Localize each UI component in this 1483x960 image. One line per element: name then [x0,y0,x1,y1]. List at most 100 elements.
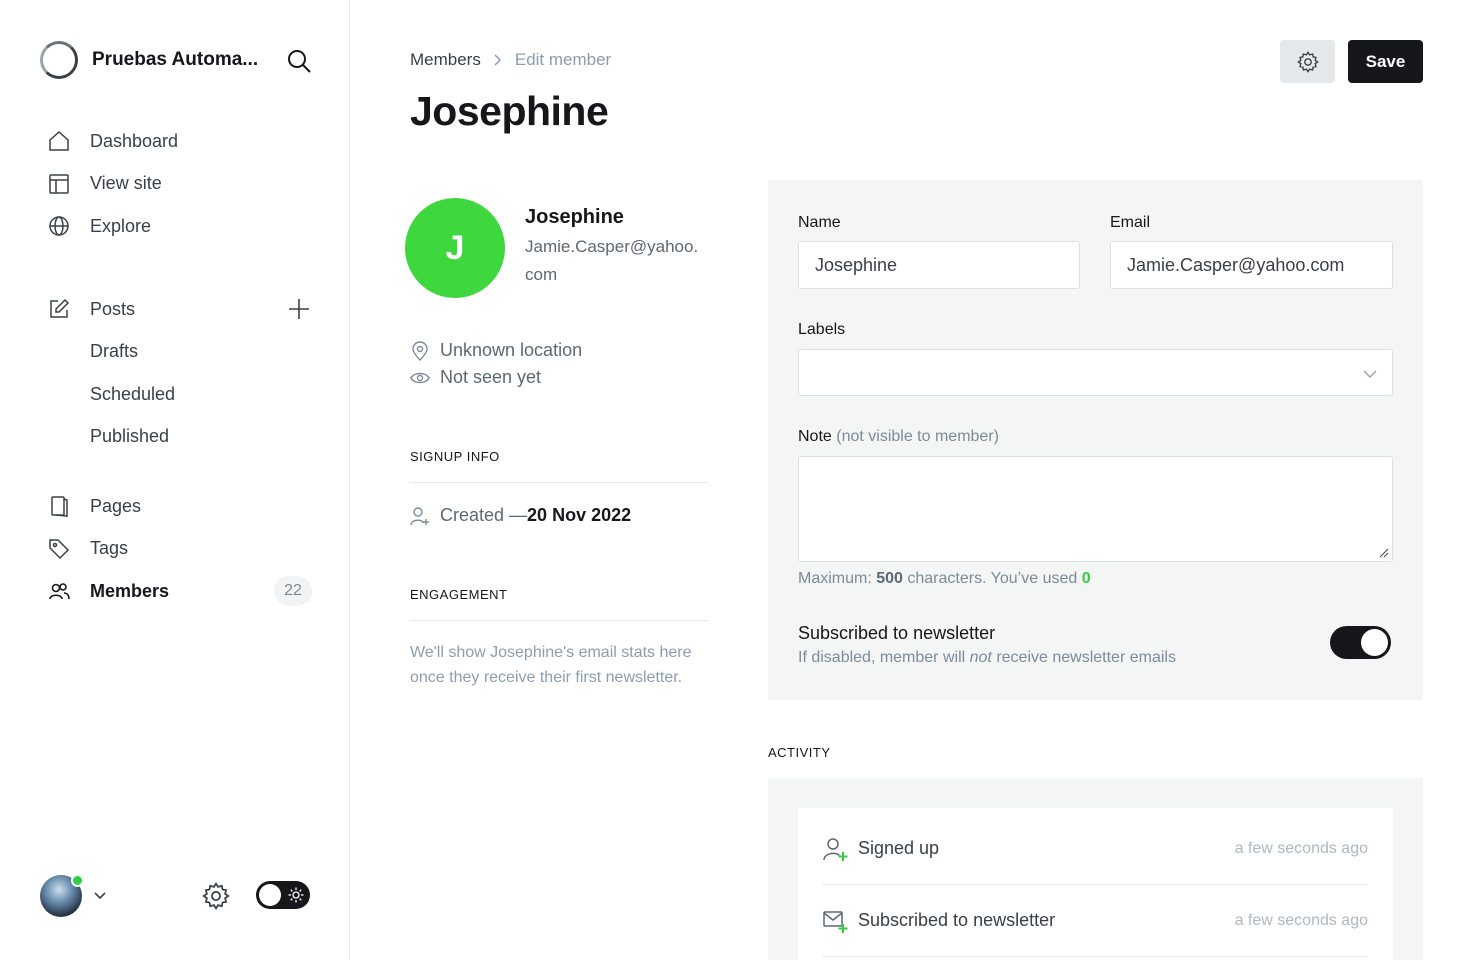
note-sublabel: (not visible to member) [836,428,999,445]
nav-dashboard-label: Dashboard [90,130,179,151]
nav-members-label: Members [90,580,170,601]
name-input[interactable]: Josephine [798,241,1080,289]
resize-grip-icon[interactable] [1379,548,1389,558]
nav-view-site-label: View site [90,173,162,194]
location-pin-icon [410,340,430,361]
page-icon [46,493,72,519]
add-post-icon[interactable] [286,296,312,322]
nav-posts[interactable]: Posts [46,288,312,331]
chevron-down-icon[interactable] [92,887,108,903]
gear-icon [1296,50,1319,73]
member-last-seen: Not seen yet [410,367,541,388]
member-email: Jamie.Casper@yahoo.com [525,237,699,284]
activity-time: a few seconds ago [1234,911,1368,929]
note-textarea[interactable] [798,456,1393,562]
signup-info-heading: SIGNUP INFO [410,449,708,483]
activity-heading: ACTIVITY [768,745,831,760]
activity-time: a few seconds ago [1234,839,1368,857]
nav-pages[interactable]: Pages [46,485,312,528]
member-created: Created — 20 Nov 2022 [410,505,631,526]
newsletter-toggle-knob [1361,629,1388,656]
online-status-dot [71,874,84,887]
nav-tags-label: Tags [90,538,129,559]
nav-view-site[interactable]: View site [46,163,312,206]
nav-members[interactable]: Members 22 [46,570,312,613]
member-created-date: 20 Nov 2022 [527,505,632,525]
nav-published[interactable]: Published [46,416,312,459]
members-icon [46,578,72,604]
search-icon[interactable] [286,48,312,74]
nl-sub-em: not [969,649,992,666]
engagement-heading: ENGAGEMENT [410,587,708,621]
nav-drafts-label: Drafts [90,341,139,362]
labels-label: Labels [798,321,846,338]
hint-used: 0 [1081,570,1091,587]
newsletter-subtitle: If disabled, member will not receive new… [798,649,1176,667]
name-label: Name [798,214,841,231]
nav-posts-label: Posts [90,298,136,319]
manage-nav: Pages Tags Members 22 [46,485,312,613]
activity-list: Signed up a few seconds ago Subscribed t… [798,808,1393,960]
user-add-icon [410,506,430,526]
note-label: Note (not visible to member) [798,428,999,446]
nav-scheduled[interactable]: Scheduled [46,373,312,416]
activity-text: Subscribed to newsletter [858,910,1056,930]
eye-icon [410,368,430,388]
member-name: Josephine [525,206,624,228]
mail-add-icon [823,910,848,933]
member-created-prefix: Created — [440,505,528,525]
breadcrumb-current: Edit member [514,50,612,69]
member-location: Unknown location [410,340,582,361]
sidebar-footer [40,873,312,917]
newsletter-toggle[interactable] [1330,626,1391,659]
user-add-icon [823,837,848,861]
nav-dashboard[interactable]: Dashboard [46,120,312,163]
nl-sub-suffix: receive newsletter emails [991,649,1176,666]
sun-icon [288,887,304,903]
content-nav: Posts Drafts Scheduled Published [46,288,312,458]
save-button[interactable]: Save [1348,40,1423,83]
activity-item: Signed up a few seconds ago [822,813,1368,885]
nav-explore[interactable]: Explore [46,205,312,248]
note-label-text: Note [798,428,832,445]
labels-select[interactable] [798,349,1393,396]
activity-item: Subscribed to newsletter a few seconds a… [822,885,1368,957]
nav-scheduled-label: Scheduled [90,383,176,404]
site-brand[interactable]: Pruebas Automa... [40,40,312,80]
tag-icon [46,536,72,562]
layout-icon [46,171,72,197]
edit-icon [46,296,72,322]
site-name: Pruebas Automa... [92,49,259,70]
breadcrumb-members-link[interactable]: Members [410,50,481,70]
chevron-right-icon [494,54,501,66]
settings-gear-icon[interactable] [202,882,230,910]
nav-drafts[interactable]: Drafts [46,331,312,374]
sidebar: Pruebas Automa... Dashboard View site Ex… [0,0,350,960]
globe-icon [46,213,72,239]
member-last-seen-text: Not seen yet [440,367,542,387]
nav-pages-label: Pages [90,495,142,516]
hint-max: 500 [876,570,903,587]
email-input[interactable]: Jamie.Casper@yahoo.com [1110,241,1393,289]
member-actions-button[interactable] [1280,40,1335,83]
member-form: Name Josephine Email Jamie.Casper@yahoo.… [768,180,1423,700]
chevron-down-icon [1363,370,1377,378]
main-nav: Dashboard View site Explore [46,120,312,248]
breadcrumb: Members Edit member [410,50,611,70]
page-title: Josephine [410,88,609,134]
member-location-text: Unknown location [440,340,583,360]
nav-tags[interactable]: Tags [46,528,312,571]
theme-toggle-knob [259,884,281,906]
home-icon [46,128,72,154]
hint-middle: characters. You’ve used [902,570,1082,587]
nl-sub-prefix: If disabled, member will [798,649,970,666]
note-char-hint: Maximum: 500 characters. You’ve used 0 [798,570,1091,588]
site-logo [40,41,78,79]
nav-explore-label: Explore [90,215,152,236]
theme-toggle[interactable] [256,881,310,909]
members-count-badge: 22 [274,576,312,606]
newsletter-title: Subscribed to newsletter [798,623,996,643]
member-avatar: J [405,198,505,298]
email-label: Email [1110,214,1151,231]
activity-text: Signed up [858,838,940,858]
